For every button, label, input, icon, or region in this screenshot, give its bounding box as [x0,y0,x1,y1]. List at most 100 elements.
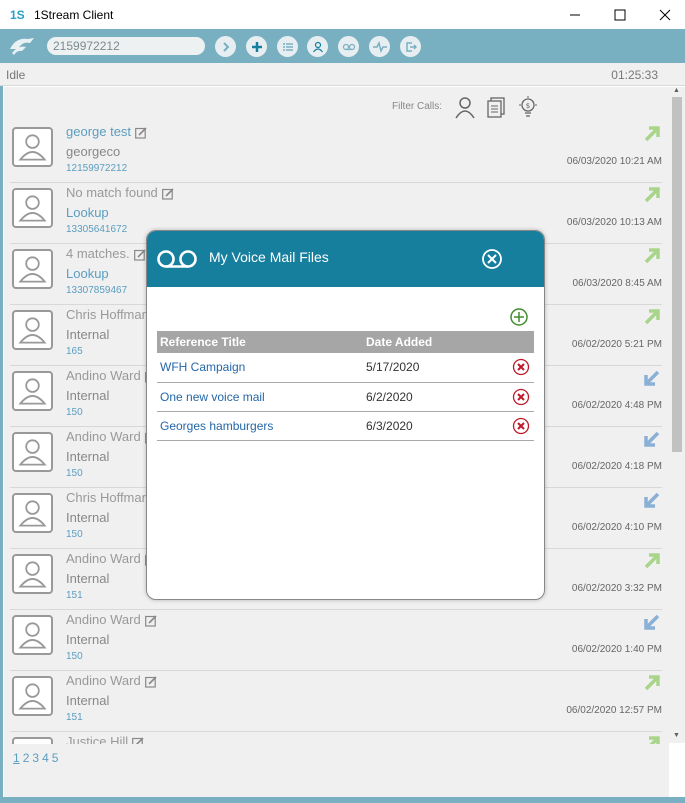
delete-icon[interactable] [512,388,530,406]
call-number[interactable]: 150 [66,407,83,418]
call-date: 06/02/2020 4:10 PM [571,522,662,533]
call-number[interactable]: 151 [66,712,83,723]
voicemail-table: Reference Title Date Added WFH Campaign 5… [157,331,534,441]
minimize-button[interactable] [552,0,598,29]
title-bar: 1S 1Stream Client [0,0,685,29]
call-name[interactable]: Justice Hill [66,734,144,744]
call-name-text: Andino Ward [66,429,141,444]
delete-icon[interactable] [512,358,530,376]
voicemail-title[interactable]: Georges hamburgers [157,411,363,441]
avatar[interactable] [12,493,53,533]
avatar[interactable] [12,310,53,350]
voicemail-icon [342,43,355,50]
call-number[interactable]: 12159972212 [66,163,127,174]
call-name[interactable]: george test [66,124,147,139]
call-number[interactable]: 150 [66,468,83,479]
close-icon [659,9,671,20]
avatar[interactable] [12,432,53,472]
edit-icon[interactable] [144,614,157,627]
maximize-button[interactable] [597,0,643,29]
avatar[interactable] [12,188,53,228]
scroll-up-arrow[interactable]: ▲ [673,87,680,94]
voicemail-title[interactable]: WFH Campaign [157,353,363,383]
avatar[interactable] [12,676,53,716]
call-item[interactable]: Andino Ward Internal 150 06/02/2020 1:40 PM [10,610,662,671]
scrollbar[interactable]: ▲ ▼ [669,87,685,743]
voicemail-files-dialog: My Voice Mail Files Reference Title Date… [146,230,545,600]
app-logo: 1S [10,7,25,22]
call-subtitle[interactable]: Lookup [66,205,109,220]
call-number[interactable]: 165 [66,346,83,357]
edit-icon[interactable] [161,187,174,200]
call-date: 06/02/2020 5:21 PM [571,339,662,350]
add-button[interactable] [246,36,267,57]
outbound-call-icon [644,248,660,264]
inbound-call-icon [644,492,660,508]
activity-button[interactable] [369,36,390,57]
page-link[interactable]: 2 [23,751,30,765]
call-item[interactable]: Andino Ward Internal 151 06/02/2020 12:57 P… [10,671,662,732]
page-link[interactable]: 3 [32,751,39,765]
filter-calls-label: Filter Calls: [392,101,443,112]
list-button[interactable] [277,36,298,57]
call-number[interactable]: 151 [66,590,83,601]
dial-button[interactable] [215,36,236,57]
table-row: Georges hamburgers 6/3/2020 [157,411,534,441]
filter-opportunity-icon[interactable]: $ [516,95,540,119]
call-number[interactable]: 150 [66,529,83,540]
call-name[interactable]: No match found [66,185,174,200]
avatar[interactable] [12,371,53,411]
call-name[interactable]: Andino Ward [66,551,157,566]
logout-button[interactable] [400,36,421,57]
scroll-thumb[interactable] [672,97,682,452]
call-name[interactable]: Andino Ward [66,429,157,444]
avatar[interactable] [12,737,53,744]
edit-icon[interactable] [132,736,144,744]
call-subtitle[interactable]: Lookup [66,266,109,281]
voicemail-button[interactable] [338,36,359,57]
page-link[interactable]: 5 [52,751,59,765]
add-voicemail-icon[interactable] [509,307,529,327]
dial-number-input[interactable] [47,37,205,55]
filter-notes-icon[interactable] [485,95,509,119]
avatar[interactable] [12,554,53,594]
close-dialog-icon[interactable] [481,248,503,270]
svg-text:$: $ [526,102,530,110]
call-subtitle: Internal [66,449,110,464]
call-item[interactable]: Justice Hill [10,732,662,744]
avatar[interactable] [12,249,53,289]
call-name-text: Andino Ward [66,612,141,627]
call-name[interactable]: Andino Ward [66,612,157,627]
call-name-text: Chris Hoffman [66,490,149,505]
call-number[interactable]: 150 [66,651,83,662]
call-number[interactable]: 13305641672 [66,224,127,235]
call-name[interactable]: 4 matches. [66,246,146,261]
page-link[interactable]: 1 [13,751,20,765]
delete-icon[interactable] [512,417,530,435]
page-link[interactable]: 4 [42,751,49,765]
contacts-button[interactable] [307,36,328,57]
call-item[interactable]: george test georgeco 12159972212 06/03/2020… [10,122,662,183]
edit-icon[interactable] [135,126,147,139]
call-name-text: Andino Ward [66,673,141,688]
column-reference-title: Reference Title [157,331,363,353]
avatar[interactable] [12,615,53,655]
inbound-call-icon [644,614,660,630]
call-name-text: No match found [66,185,158,200]
avatar[interactable] [12,127,53,167]
call-number[interactable]: 13307859467 [66,285,127,296]
filter-contact-icon[interactable] [453,95,477,119]
call-name[interactable]: Andino Ward [66,673,157,688]
call-subtitle: Internal [66,693,110,708]
edit-icon[interactable] [133,248,146,261]
voicemail-title[interactable]: One new voice mail [157,382,363,412]
call-subtitle: Internal [66,388,110,403]
voicemail-date: 6/2/2020 [363,382,503,412]
scroll-down-arrow[interactable]: ▼ [673,732,680,739]
edit-icon[interactable] [144,675,157,688]
close-window-button[interactable] [642,0,685,29]
app-brand-icon[interactable] [8,35,36,57]
inbound-call-icon [644,370,660,386]
call-name[interactable]: Andino Ward [66,368,157,383]
call-name-text: Andino Ward [66,368,141,383]
